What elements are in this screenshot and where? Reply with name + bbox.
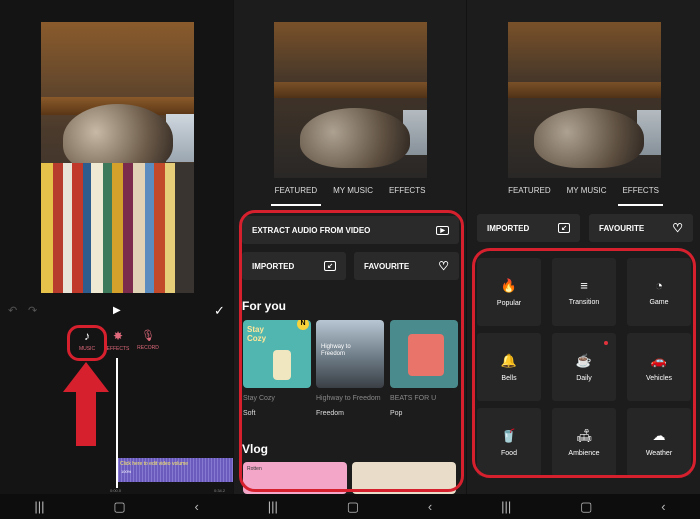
- start-time: 0:00.0: [110, 488, 122, 493]
- effects-panel: FEATURED MY MUSIC EFFECTS IMPORTED ↙ FAV…: [467, 0, 700, 494]
- audio-track[interactable]: Click here to edit video volume 100%: [118, 458, 233, 482]
- check-icon[interactable]: ✓: [214, 303, 225, 319]
- favourite-button[interactable]: FAVOURITE ♡: [589, 214, 693, 242]
- back-icon[interactable]: ‹: [428, 499, 432, 514]
- imported-button[interactable]: IMPORTED ↙: [477, 214, 580, 242]
- volume-value: 100%: [121, 469, 132, 474]
- end-time: 0:34.2: [214, 488, 226, 493]
- favourite-label: FAVOURITE: [599, 223, 645, 233]
- back-icon[interactable]: ‹: [661, 499, 665, 514]
- effects-grid-highlight: [472, 248, 696, 478]
- recents-icon[interactable]: |||: [34, 499, 44, 514]
- home-icon[interactable]: ▢: [347, 499, 359, 515]
- play-icon[interactable]: ▶: [113, 305, 121, 316]
- effects-tabs: FEATURED MY MUSIC EFFECTS: [467, 180, 700, 206]
- undo-icon[interactable]: ↶: [8, 304, 17, 317]
- tool-record[interactable]: 🎙 RECORD: [134, 329, 162, 351]
- import-icon: ↙: [558, 223, 570, 233]
- tool-effects-label: EFFECTS: [106, 346, 130, 352]
- red-arrow-annotation: [63, 362, 109, 446]
- home-icon[interactable]: ▢: [113, 499, 125, 515]
- microphone-icon: 🎙: [141, 330, 155, 342]
- heart-icon: ♡: [672, 221, 683, 235]
- volume-hint: Click here to edit video volume: [120, 461, 189, 467]
- tool-effects[interactable]: ✸ EFFECTS: [104, 329, 132, 352]
- music-tabs: FEATURED MY MUSIC EFFECTS: [234, 180, 466, 206]
- tool-record-label: RECORD: [137, 345, 159, 351]
- video-preview: [274, 22, 427, 178]
- tab-effects[interactable]: EFFECTS: [618, 180, 664, 206]
- sparkle-icon: ✸: [112, 329, 124, 343]
- redo-icon[interactable]: ↷: [28, 304, 37, 317]
- recents-icon[interactable]: |||: [501, 499, 511, 514]
- tab-featured[interactable]: FEATURED: [508, 180, 551, 206]
- system-nav-bar: ||| ▢ ‹ ||| ▢ ‹ ||| ▢ ‹: [0, 494, 700, 519]
- music-highlight-ring: [67, 325, 107, 361]
- tab-featured[interactable]: FEATURED: [270, 180, 321, 206]
- imported-label: IMPORTED: [487, 223, 530, 233]
- tab-my-music[interactable]: MY MUSIC: [333, 180, 373, 206]
- video-preview: [508, 22, 661, 178]
- music-options-highlight: [239, 210, 464, 492]
- back-icon[interactable]: ‹: [195, 499, 199, 514]
- video-preview: [41, 22, 194, 293]
- home-icon[interactable]: ▢: [580, 499, 592, 515]
- editor-panel: ↶ ↷ ▶ ✓ ♪ MUSIC ✸ EFFECTS 🎙 RECORD Click…: [0, 0, 233, 494]
- tab-my-music[interactable]: MY MUSIC: [567, 180, 607, 206]
- music-panel: FEATURED MY MUSIC EFFECTS EXTRACT AUDIO …: [234, 0, 466, 494]
- tab-effects[interactable]: EFFECTS: [389, 180, 425, 206]
- recents-icon[interactable]: |||: [268, 499, 278, 514]
